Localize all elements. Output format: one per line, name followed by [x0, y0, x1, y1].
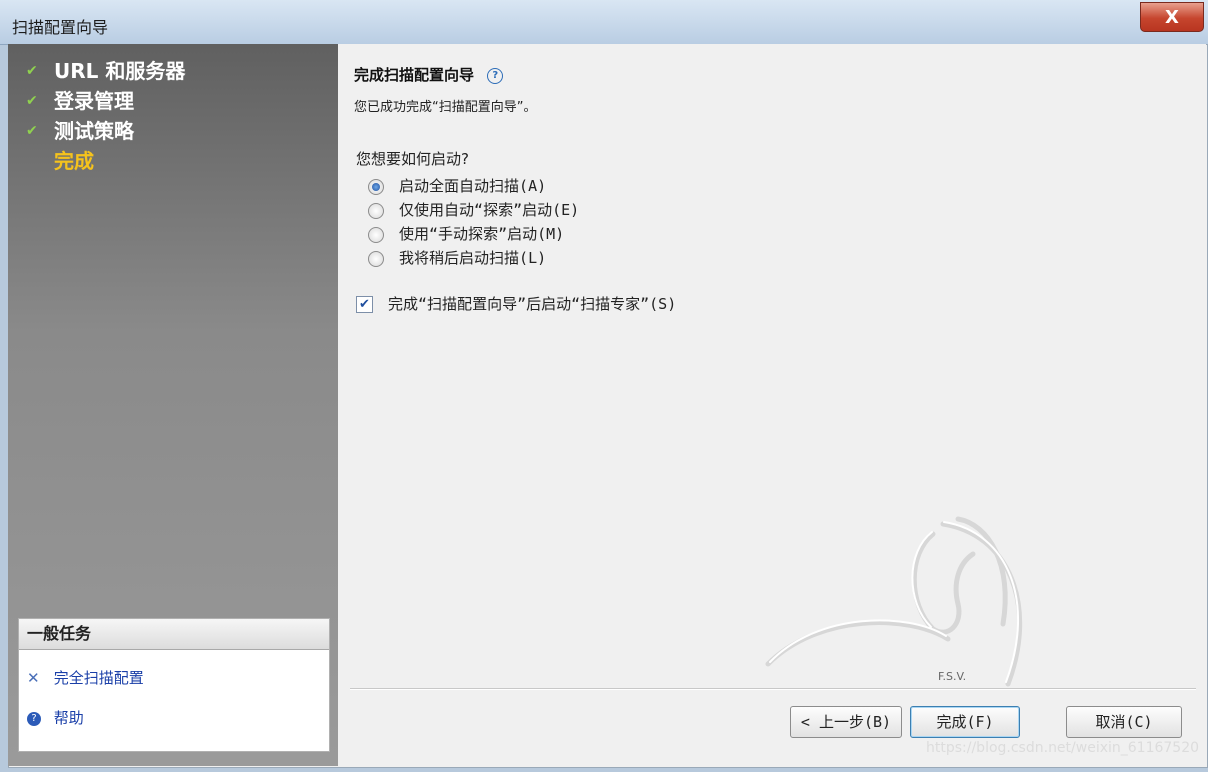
task-help[interactable]: ? 帮助 [27, 707, 84, 729]
step-label: URL 和服务器 [54, 59, 186, 83]
radio-option-full-auto-scan[interactable]: 启动全面自动扫描(A) [368, 174, 579, 198]
heading-text: 完成扫描配置向导 [354, 66, 475, 84]
title-bar: 扫描配置向导 X [0, 0, 1208, 45]
step-test-policy: ✔ 测试策略 [8, 116, 338, 146]
button-divider [350, 688, 1196, 690]
back-button[interactable]: < 上一步(B) [790, 706, 902, 738]
tools-icon: ✕ [27, 669, 40, 687]
checkmark-icon: ✔ [26, 93, 38, 109]
launch-scan-expert-checkbox[interactable]: ✔ [356, 296, 373, 313]
launch-scan-expert-option[interactable]: ✔ 完成“扫描配置向导”后启动“扫描专家”(S) [356, 292, 676, 316]
radio-label[interactable]: 使用“手动探索”启动(M) [399, 225, 564, 243]
step-login-management: ✔ 登录管理 [8, 86, 338, 116]
close-button[interactable]: X [1140, 2, 1204, 32]
start-options-group: 启动全面自动扫描(A) 仅使用自动“探索”启动(E) 使用“手动探索”启动(M)… [368, 174, 579, 270]
finish-button[interactable]: 完成(F) [910, 706, 1020, 738]
wizard-content-pane: 完成扫描配置向导 ? 您已成功完成“扫描配置向导”。 您想要如何启动? 启动全面… [338, 44, 1206, 766]
cancel-button[interactable]: 取消(C) [1066, 706, 1182, 738]
radio-button[interactable] [368, 250, 384, 267]
steps-list: ✔ URL 和服务器 ✔ 登录管理 ✔ 测试策略 完成 [8, 56, 338, 176]
step-label: 完成 [54, 149, 94, 173]
radio-label[interactable]: 我将稍后启动扫描(L) [399, 249, 546, 267]
task-label[interactable]: 帮助 [54, 709, 84, 727]
radio-option-start-later[interactable]: 我将稍后启动扫描(L) [368, 246, 579, 270]
success-message: 您已成功完成“扫描配置向导”。 [354, 100, 537, 115]
radio-label[interactable]: 仅使用自动“探索”启动(E) [399, 201, 579, 219]
source-watermark: https://blog.csdn.net/weixin_61167520 [926, 740, 1200, 756]
task-full-scan-config[interactable]: ✕ 完全扫描配置 [27, 667, 144, 689]
start-question: 您想要如何启动? [356, 150, 469, 168]
radio-option-manual-explore[interactable]: 使用“手动探索”启动(M) [368, 222, 579, 246]
help-icon[interactable]: ? [487, 68, 504, 84]
logo-text: F.S.V. [938, 670, 967, 683]
page-heading: 完成扫描配置向导 ? [354, 64, 504, 85]
radio-option-auto-explore[interactable]: 仅使用自动“探索”启动(E) [368, 198, 579, 222]
general-tasks-panel: 一般任务 ✕ 完全扫描配置 ? 帮助 [18, 618, 330, 752]
task-label[interactable]: 完全扫描配置 [54, 669, 144, 687]
checkmark-icon: ✔ [26, 123, 38, 139]
close-icon: X [1165, 6, 1179, 28]
radio-button[interactable] [368, 202, 384, 219]
step-label: 登录管理 [54, 89, 134, 113]
radio-button-selected[interactable] [368, 178, 384, 195]
step-finish-current: 完成 [8, 146, 338, 176]
horse-logo-watermark [765, 516, 1023, 687]
checkbox-label[interactable]: 完成“扫描配置向导”后启动“扫描专家”(S) [388, 295, 676, 313]
window-title: 扫描配置向导 [12, 18, 109, 37]
general-tasks-header: 一般任务 [19, 619, 329, 650]
help-icon: ? [27, 711, 41, 726]
radio-label[interactable]: 启动全面自动扫描(A) [399, 177, 546, 195]
radio-button[interactable] [368, 226, 384, 243]
checkmark-icon: ✔ [26, 63, 38, 79]
wizard-window: 扫描配置向导 X ✔ URL 和服务器 ✔ 登录管理 ✔ 测试策略 完成 一般任… [0, 0, 1208, 772]
step-url-server: ✔ URL 和服务器 [8, 56, 338, 86]
wizard-steps-pane: ✔ URL 和服务器 ✔ 登录管理 ✔ 测试策略 完成 一般任务 ✕ 完全扫描配… [8, 44, 338, 766]
step-label: 测试策略 [54, 119, 134, 143]
